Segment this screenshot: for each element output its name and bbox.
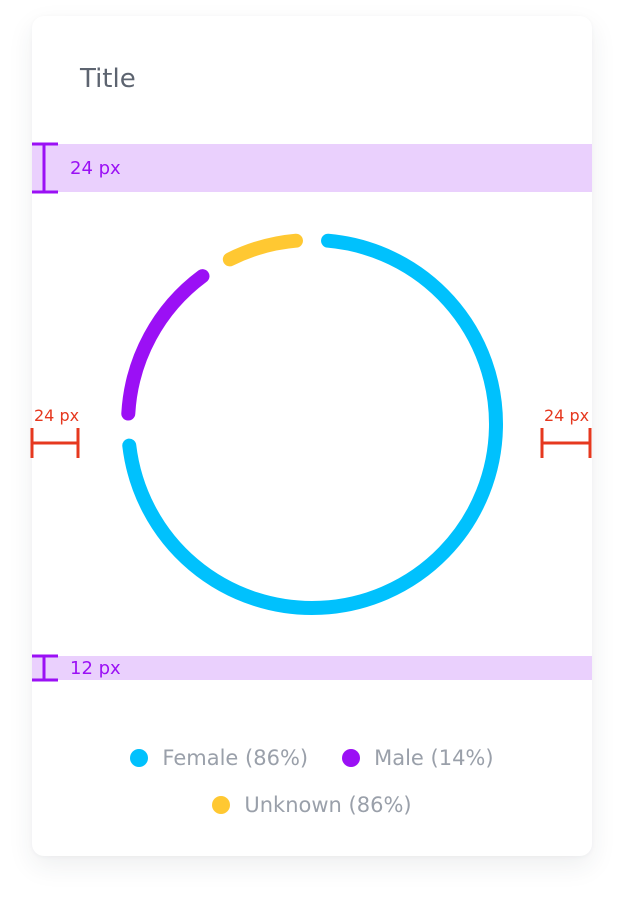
chart-card: Title 24 px 12 px 24 px 24 px Female (86… [30, 16, 592, 856]
donut-chart [121, 233, 503, 615]
legend-label-male: Male (14%) [374, 746, 494, 770]
bottom-spacing-bracket-icon [32, 654, 58, 682]
chart-legend: Female (86%) Male (14%) Unknown (86%) [32, 743, 592, 820]
legend-label-female: Female (86%) [162, 746, 309, 770]
legend-item-male[interactable]: Male (14%) [342, 746, 494, 770]
ring-segment-unknown[interactable] [222, 233, 303, 267]
legend-label-unknown: Unknown (86%) [244, 793, 412, 817]
legend-item-female[interactable]: Female (86%) [130, 746, 308, 770]
legend-dot-female [130, 749, 149, 767]
legend-row-2: Unknown (86%) [32, 790, 592, 820]
legend-item-unknown[interactable]: Unknown (86%) [212, 793, 412, 817]
legend-dot-unknown [212, 796, 231, 814]
legend-dot-male [342, 749, 361, 767]
legend-row-1: Female (86%) Male (14%) [32, 743, 592, 773]
bottom-spacing-label: 12 px [70, 658, 121, 679]
ring-segment-male[interactable] [121, 269, 210, 421]
